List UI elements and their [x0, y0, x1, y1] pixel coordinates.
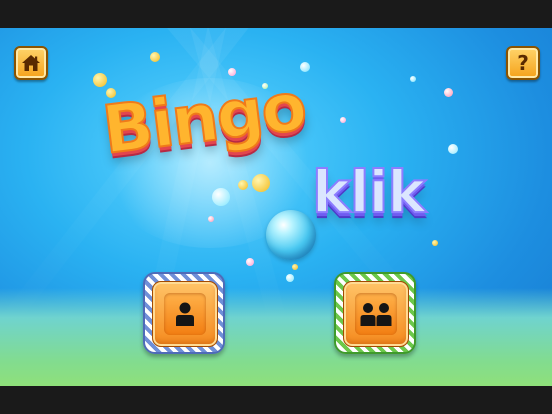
single-player-button-face [164, 293, 206, 335]
ball-decoration [432, 240, 438, 246]
ball-decoration [292, 264, 298, 270]
game-screen: Bingo klik ? [0, 0, 552, 414]
single-player-button[interactable] [143, 272, 225, 354]
ball-decoration [93, 73, 107, 87]
multiplayer-button[interactable] [334, 272, 416, 354]
home-button[interactable] [14, 46, 48, 80]
multiplayer-icon [360, 303, 392, 326]
single-player-button-frame [152, 281, 218, 347]
ball-decoration [300, 62, 310, 72]
ball-decoration [252, 174, 270, 192]
help-button[interactable]: ? [506, 46, 540, 80]
ball-decoration [246, 258, 254, 266]
multiplayer-button-frame [343, 281, 409, 347]
ball-decoration [238, 180, 248, 190]
ball-decoration [212, 188, 230, 206]
ball-decoration [410, 76, 416, 82]
home-icon [22, 55, 40, 71]
ball-decoration [286, 274, 294, 282]
single-player-icon [176, 302, 194, 326]
ball-decoration [150, 52, 160, 62]
bubble-ball-decoration [266, 210, 316, 260]
multiplayer-button-face [355, 293, 397, 335]
ball-decoration [340, 117, 346, 123]
ball-decoration [208, 216, 214, 222]
grass-ground [0, 288, 552, 386]
ball-decoration [448, 144, 458, 154]
help-icon: ? [517, 51, 529, 75]
logo-klik-text: klik [311, 157, 427, 227]
ball-decoration [444, 88, 453, 97]
